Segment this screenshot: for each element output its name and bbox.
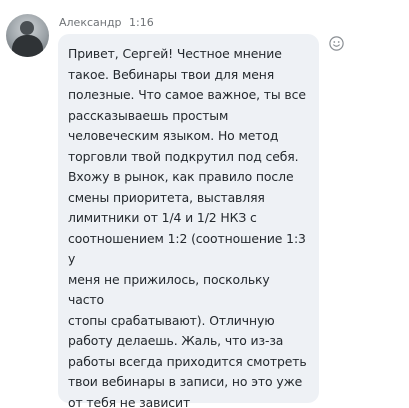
smiley-face-icon[interactable] (329, 36, 344, 51)
message-header: Александр 1:16 (59, 16, 154, 29)
message-bubble: Привет, Сергей! Честное мнение такое. Ве… (58, 34, 319, 408)
user-avatar[interactable] (6, 14, 49, 57)
avatar-head (20, 21, 34, 35)
chat-message-area: Александр 1:16 Привет, Сергей! Честное м… (0, 0, 409, 408)
message-time: 1:16 (129, 16, 154, 29)
author-name[interactable]: Александр (59, 16, 122, 29)
avatar-body (12, 35, 43, 57)
message-text: Привет, Сергей! Честное мнение такое. Ве… (68, 46, 307, 408)
